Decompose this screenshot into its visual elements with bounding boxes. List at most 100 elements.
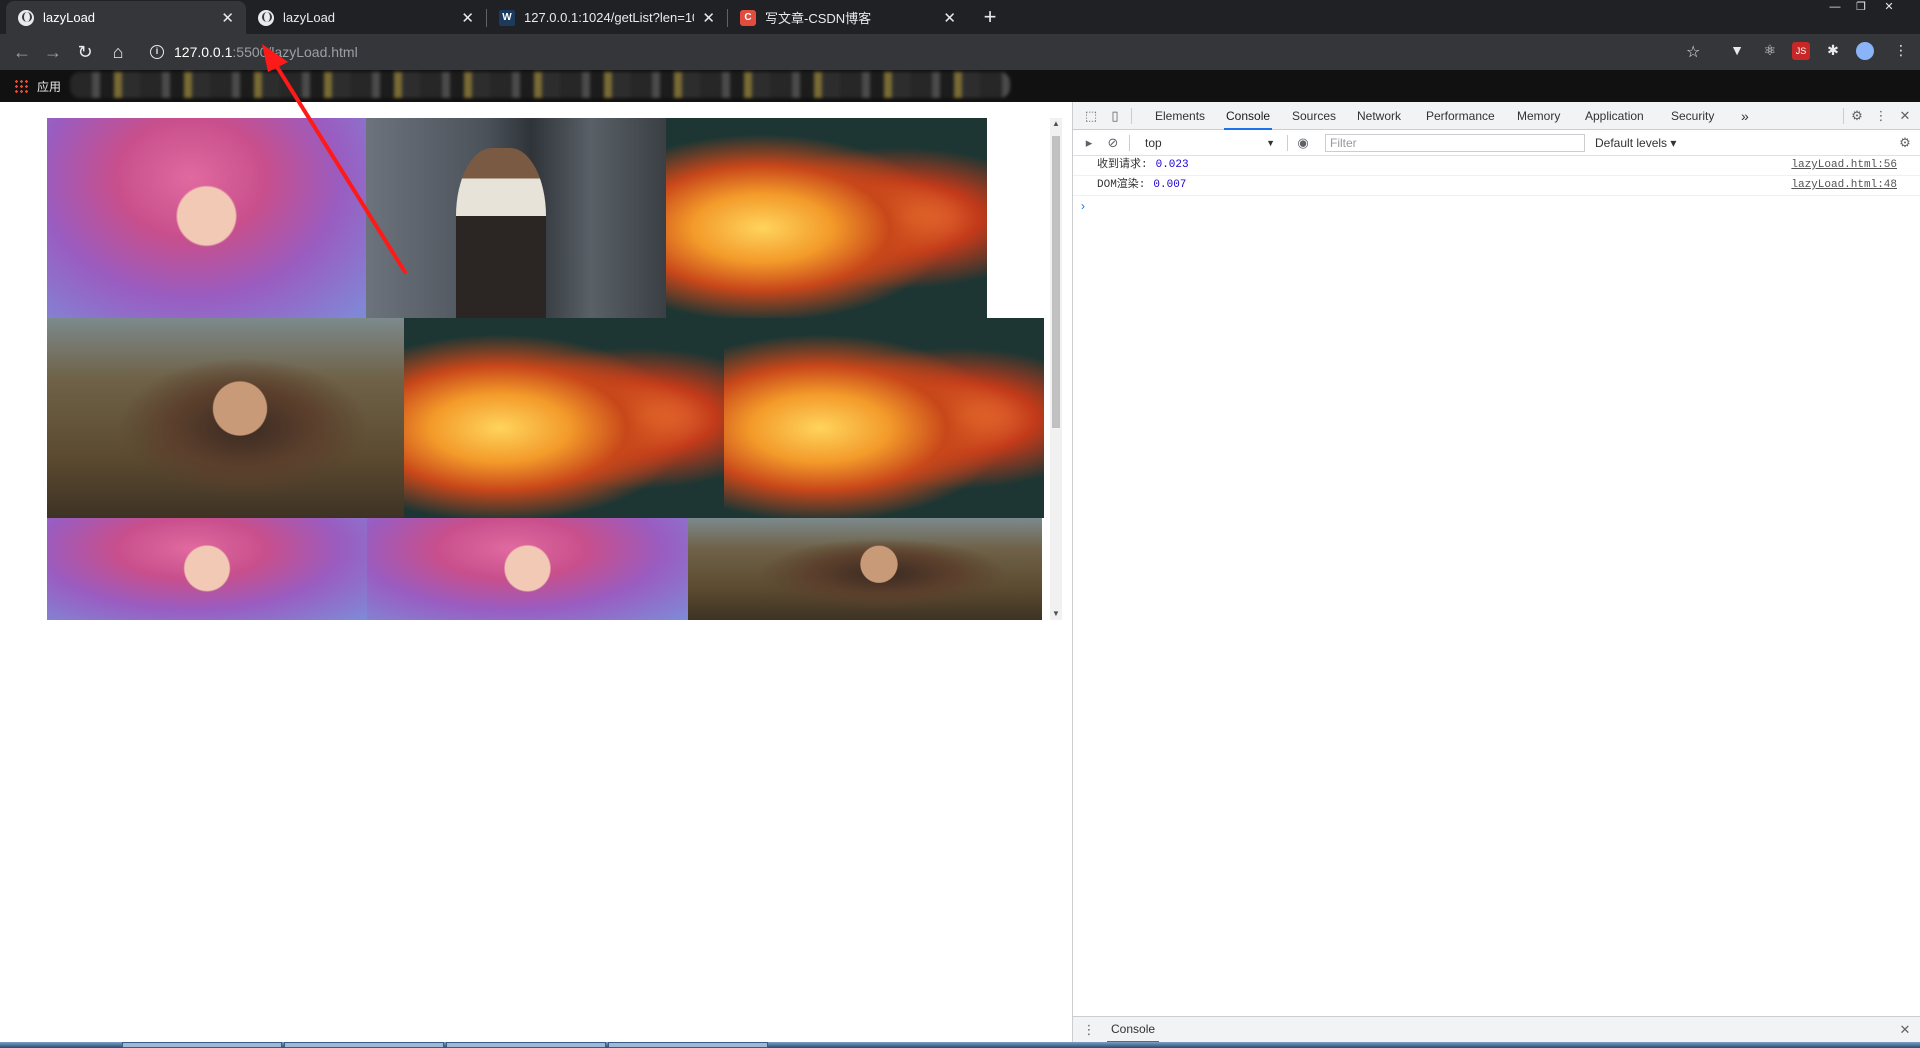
image-scroll-container[interactable] (47, 118, 1061, 620)
url-text[interactable]: 127.0.0.1:5500/lazyLoad.html (174, 44, 358, 60)
scrollbar-thumb[interactable] (1052, 136, 1060, 428)
log-source-link[interactable]: lazyLoad.html:48 (1791, 176, 1897, 195)
tab-sources[interactable]: Sources (1290, 102, 1338, 130)
globe-icon (258, 9, 274, 26)
window-close-button[interactable]: ✕ (1876, 0, 1902, 16)
react-devtools-icon[interactable]: ⚛ (1761, 42, 1779, 60)
taskbar-button[interactable] (446, 1042, 606, 1048)
scroll-down-arrow-icon[interactable]: ▼ (1050, 608, 1062, 620)
new-tab-button[interactable]: + (976, 3, 1004, 31)
lazy-image (688, 518, 1042, 620)
blurred-bookmarks (70, 72, 1010, 98)
tab-elements[interactable]: Elements (1153, 102, 1207, 130)
webstorm-icon: W (499, 9, 515, 26)
tab-security[interactable]: Security (1669, 102, 1716, 130)
log-source-link[interactable]: lazyLoad.html:56 (1791, 156, 1897, 175)
device-toolbar-icon[interactable]: ▯ (1107, 108, 1123, 124)
address-bar[interactable]: i 127.0.0.1:5500/lazyLoad.html ☆ (140, 38, 1700, 66)
context-select[interactable]: top ▼ (1141, 134, 1279, 152)
devtools-drawer: ⋮ Console ✕ (1073, 1016, 1920, 1043)
apps-grid-icon[interactable] (14, 79, 28, 93)
drawer-menu-icon[interactable]: ⋮ (1081, 1022, 1097, 1038)
close-icon[interactable]: ✕ (221, 9, 234, 27)
filter-input[interactable] (1325, 134, 1585, 152)
lazy-image (47, 518, 367, 620)
devtools-panel: ⬚ ▯ Elements Console Sources Network Per… (1072, 102, 1920, 1043)
taskbar-button[interactable] (122, 1042, 282, 1048)
restore-button[interactable]: ❐ (1848, 0, 1874, 16)
tab-title: lazyLoad (43, 10, 96, 25)
default-levels-dropdown[interactable]: Default levels ▾ (1595, 134, 1676, 152)
tab-performance[interactable]: Performance (1424, 102, 1497, 130)
taskbar-button[interactable] (608, 1042, 768, 1048)
lazy-image (404, 318, 724, 518)
devtools-tabbar: ⬚ ▯ Elements Console Sources Network Per… (1073, 102, 1920, 130)
close-icon[interactable]: ✕ (702, 9, 715, 27)
console-log-entry: DOM渲染: 0.007 lazyLoad.html:48 (1073, 176, 1920, 196)
log-label: DOM渲染: (1097, 179, 1146, 191)
sidebar-toggle-icon[interactable]: ▸ (1081, 135, 1097, 151)
divider (1287, 135, 1288, 151)
info-icon[interactable]: i (150, 45, 164, 59)
avatar[interactable] (1856, 42, 1874, 60)
gear-icon[interactable]: ⚙ (1849, 108, 1865, 124)
tab-getlist[interactable]: W 127.0.0.1:1024/getList?len=10 ✕ (487, 1, 727, 34)
os-taskbar (0, 1042, 1920, 1048)
more-tabs-button[interactable]: » (1739, 102, 1751, 130)
divider (1131, 108, 1132, 124)
console-output: 收到请求: 0.023 lazyLoad.html:56 DOM渲染: 0.007 … (1073, 156, 1920, 1016)
log-value: 0.007 (1153, 179, 1187, 191)
lazy-image (367, 518, 688, 620)
drawer-close-icon[interactable]: ✕ (1897, 1022, 1913, 1038)
scrollbar[interactable]: ▲ ▼ (1050, 118, 1062, 620)
menu-kebab-icon[interactable]: ⋮ (1892, 42, 1910, 60)
minimize-button[interactable]: — (1822, 0, 1848, 16)
extensions-icon[interactable]: ✱ (1824, 42, 1842, 60)
console-settings-gear-icon[interactable]: ⚙ (1897, 135, 1913, 151)
lazy-image (724, 318, 1044, 518)
browser-window: lazyLoad ✕ lazyLoad ✕ W 127.0.0.1:1024/g… (0, 0, 1920, 1048)
browser-toolbar: ← → ↻ ⌂ i 127.0.0.1:5500/lazyLoad.html ☆… (0, 34, 1920, 70)
lazy-image (666, 118, 987, 318)
chevron-down-icon: ▼ (1266, 138, 1275, 148)
bookmarks-bar: 应用 (0, 70, 1920, 102)
js-extension-icon[interactable]: JS (1792, 42, 1810, 60)
clear-console-icon[interactable]: ⊘ (1105, 135, 1121, 151)
close-icon[interactable]: ✕ (461, 9, 474, 27)
console-toolbar: ▸ ⊘ top ▼ ◉ Default levels ▾ ⚙ (1073, 130, 1920, 156)
tab-lazyload-2[interactable]: lazyLoad ✕ (246, 1, 486, 34)
lazy-image (366, 118, 666, 318)
page-viewport: ▲ ▼ (0, 102, 1072, 1042)
tab-strip: lazyLoad ✕ lazyLoad ✕ W 127.0.0.1:1024/g… (0, 0, 1920, 34)
home-button[interactable]: ⌂ (106, 40, 130, 64)
csdn-icon: C (740, 9, 756, 26)
close-icon[interactable]: ✕ (943, 9, 956, 27)
tab-network[interactable]: Network (1355, 102, 1403, 130)
lazy-image (47, 118, 366, 318)
tab-memory[interactable]: Memory (1515, 102, 1562, 130)
lazy-image (47, 318, 404, 518)
divider (1129, 135, 1130, 151)
tab-csdn[interactable]: C 写文章-CSDN博客 ✕ (728, 1, 968, 34)
inspect-element-icon[interactable]: ⬚ (1083, 108, 1099, 124)
tab-title: lazyLoad (283, 10, 336, 25)
tab-title: 127.0.0.1:1024/getList?len=10 (524, 10, 695, 25)
close-icon[interactable]: ✕ (1897, 108, 1913, 124)
globe-icon (18, 9, 34, 26)
console-log-entry: 收到请求: 0.023 lazyLoad.html:56 (1073, 156, 1920, 176)
drawer-tab-console[interactable]: Console (1107, 1017, 1160, 1043)
scroll-up-arrow-icon[interactable]: ▲ (1050, 118, 1062, 130)
reload-button[interactable]: ↻ (73, 40, 97, 64)
console-prompt[interactable]: › (1081, 199, 1085, 213)
taskbar-button[interactable] (284, 1042, 444, 1048)
menu-kebab-icon[interactable]: ⋮ (1873, 108, 1889, 124)
tab-console[interactable]: Console (1224, 102, 1273, 130)
tab-application[interactable]: Application (1583, 102, 1646, 130)
forward-button[interactable]: → (41, 40, 65, 64)
eye-icon[interactable]: ◉ (1295, 135, 1311, 151)
back-button[interactable]: ← (10, 40, 34, 64)
tab-lazyload-1[interactable]: lazyLoad ✕ (6, 1, 246, 34)
vue-devtools-icon[interactable]: ▼ (1728, 42, 1746, 60)
bookmark-star-icon[interactable]: ☆ (1686, 42, 1700, 62)
apps-label[interactable]: 应用 (37, 78, 61, 95)
